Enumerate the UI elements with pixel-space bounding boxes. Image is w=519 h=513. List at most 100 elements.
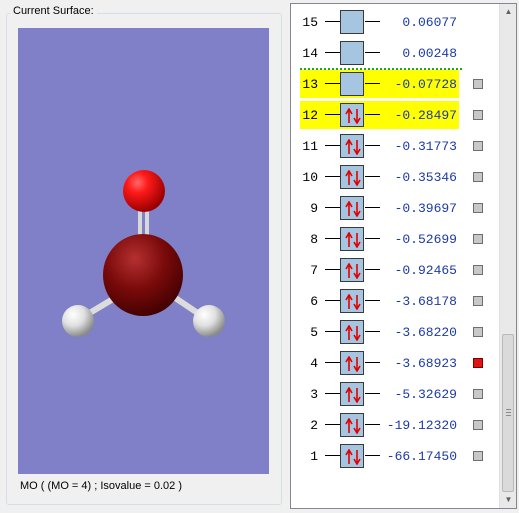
- orbital-energy: -5.32629: [394, 387, 457, 402]
- orbital-row[interactable]: 6 -3.68178: [291, 287, 501, 315]
- surface-select-box[interactable]: [473, 420, 483, 430]
- orbital-energy: -0.92465: [394, 263, 457, 278]
- orbital-energy: -3.68178: [394, 294, 457, 309]
- orbital-energy: -0.39697: [394, 201, 457, 216]
- orbital-row[interactable]: 7 -0.92465: [291, 256, 501, 284]
- spin-down-arrow-icon: [353, 325, 361, 342]
- orbital-energy: 0.06077: [402, 15, 457, 30]
- spin-down-arrow-icon: [353, 232, 361, 249]
- spin-up-arrow-icon: [345, 324, 353, 341]
- orbital-level-box[interactable]: [340, 413, 364, 437]
- orbital-number: 3: [310, 387, 318, 402]
- orbital-energy: -0.28497: [394, 108, 457, 123]
- orbital-level-box[interactable]: [340, 165, 364, 189]
- orbital-level-box[interactable]: [340, 289, 364, 313]
- orbital-number: 8: [310, 232, 318, 247]
- orbital-number: 4: [310, 356, 318, 371]
- orbital-level-box[interactable]: [340, 196, 364, 220]
- orbital-level-box[interactable]: [340, 444, 364, 468]
- orbital-number: 2: [310, 418, 318, 433]
- spin-up-arrow-icon: [345, 448, 353, 465]
- surface-select-box[interactable]: [473, 296, 483, 306]
- orbital-row[interactable]: 11 -0.31773: [291, 132, 501, 160]
- scroll-up-icon[interactable]: ▲: [501, 4, 516, 20]
- spin-down-arrow-icon: [353, 449, 361, 466]
- surface-select-box[interactable]: [473, 327, 483, 337]
- spin-up-arrow-icon: [345, 262, 353, 279]
- orbital-number: 6: [310, 294, 318, 309]
- orbital-level-box[interactable]: [340, 134, 364, 158]
- orbital-energy: -0.35346: [394, 170, 457, 185]
- surface-select-box[interactable]: [473, 451, 483, 461]
- orbital-row[interactable]: 4 -3.68923: [291, 349, 501, 377]
- spin-up-arrow-icon: [345, 107, 353, 124]
- surface-select-box[interactable]: [473, 234, 483, 244]
- orbital-number: 12: [302, 108, 318, 123]
- orbital-level-box[interactable]: [340, 227, 364, 251]
- orbital-number: 9: [310, 201, 318, 216]
- surface-select-box[interactable]: [473, 110, 483, 120]
- surface-select-box[interactable]: [473, 389, 483, 399]
- orbital-row[interactable]: 8 -0.52699: [291, 225, 501, 253]
- homo-lumo-separator: [300, 68, 462, 70]
- orbital-level-box[interactable]: [340, 103, 364, 127]
- orbital-row[interactable]: 12 -0.28497: [291, 101, 501, 129]
- scroll-thumb[interactable]: [502, 334, 514, 492]
- orbital-number: 14: [302, 46, 318, 61]
- spin-down-arrow-icon: [353, 387, 361, 404]
- orbital-number: 15: [302, 15, 318, 30]
- orbital-row[interactable]: 3 -5.32629: [291, 380, 501, 408]
- surface-select-box[interactable]: [473, 79, 483, 89]
- spin-down-arrow-icon: [353, 294, 361, 311]
- orbital-level-box[interactable]: [340, 72, 364, 96]
- spin-up-arrow-icon: [345, 231, 353, 248]
- spin-up-arrow-icon: [345, 293, 353, 310]
- orbital-row[interactable]: 15 0.06077: [291, 8, 501, 36]
- orbital-energy: -19.12320: [386, 418, 457, 433]
- orbital-number: 1: [310, 449, 318, 464]
- orbital-energy: -3.68923: [394, 356, 457, 371]
- orbital-number: 7: [310, 263, 318, 278]
- orbital-row[interactable]: 14 0.00248: [291, 39, 501, 67]
- orbital-level-box[interactable]: [340, 10, 364, 34]
- spin-up-arrow-icon: [345, 386, 353, 403]
- orbital-row[interactable]: 1 -66.17450: [291, 442, 501, 470]
- spin-up-arrow-icon: [345, 138, 353, 155]
- orbital-row[interactable]: 2 -19.12320: [291, 411, 501, 439]
- spin-up-arrow-icon: [345, 417, 353, 434]
- orbital-level-box[interactable]: [340, 320, 364, 344]
- orbital-row[interactable]: 10 -0.35346: [291, 163, 501, 191]
- orbital-energy: -3.68220: [394, 325, 457, 340]
- orbital-level-box[interactable]: [340, 351, 364, 375]
- orbital-energy-panel: 15 0.06077 14 0.00248 13 -0.07728 12 -0.28497 11…: [290, 3, 517, 509]
- surface-select-box[interactable]: [473, 203, 483, 213]
- mo-status-text: MO ( (MO = 4) ; Isovalue = 0.02 ): [20, 480, 182, 492]
- orbital-number: 5: [310, 325, 318, 340]
- spin-down-arrow-icon: [353, 356, 361, 373]
- orbital-level-box[interactable]: [340, 258, 364, 282]
- orbital-level-box[interactable]: [340, 41, 364, 65]
- orbital-number: 13: [302, 77, 318, 92]
- molecule-render: [62, 170, 225, 337]
- surface-select-box[interactable]: [473, 265, 483, 275]
- scroll-down-icon[interactable]: ▼: [501, 492, 516, 508]
- orbital-row[interactable]: 9 -0.39697: [291, 194, 501, 222]
- oxygen-atom: [123, 170, 165, 212]
- spin-up-arrow-icon: [345, 355, 353, 372]
- orbital-row[interactable]: 5 -3.68220: [291, 318, 501, 346]
- surface-selected-marker[interactable]: [473, 358, 483, 368]
- surface-select-box[interactable]: [473, 141, 483, 151]
- orbital-level-box[interactable]: [340, 382, 364, 406]
- spin-down-arrow-icon: [353, 170, 361, 187]
- molecule-viewer[interactable]: [18, 28, 269, 474]
- spin-down-arrow-icon: [353, 418, 361, 435]
- current-surface-label: Current Surface:: [10, 5, 97, 17]
- orbital-energy: -66.17450: [386, 449, 457, 464]
- orbital-row[interactable]: 13 -0.07728: [291, 70, 501, 98]
- spin-down-arrow-icon: [353, 108, 361, 125]
- surface-select-box[interactable]: [473, 172, 483, 182]
- orbital-number: 11: [302, 139, 318, 154]
- orbital-energy: 0.00248: [402, 46, 457, 61]
- spin-down-arrow-icon: [353, 263, 361, 280]
- vertical-scrollbar[interactable]: ▲ ▼: [499, 4, 516, 508]
